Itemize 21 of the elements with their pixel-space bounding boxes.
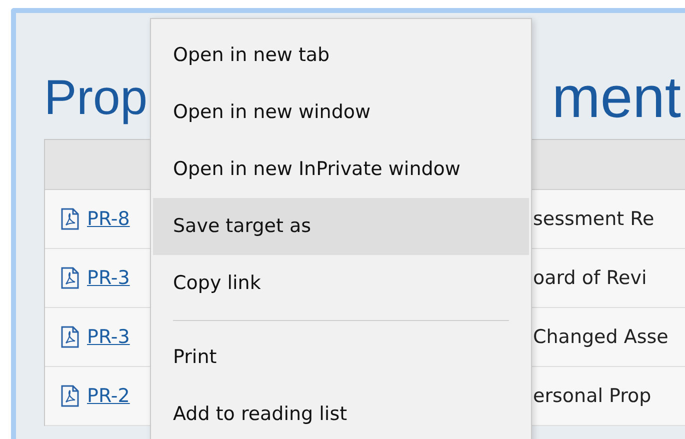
pdf-file-icon	[61, 208, 79, 230]
menu-item[interactable]: Print	[153, 329, 529, 386]
table-cell-text: Changed Asse	[533, 324, 668, 350]
pdf-file-icon	[61, 385, 79, 407]
menu-item[interactable]: Open in new tab	[153, 27, 529, 84]
pdf-file-icon	[61, 326, 79, 348]
menu-item[interactable]: Open in new window	[153, 84, 529, 141]
document-link[interactable]: PR-8	[87, 204, 130, 234]
document-link[interactable]: PR-3	[87, 322, 130, 352]
table-cell-text: sessment Re	[533, 206, 654, 232]
table-cell-text: oard of Revi	[533, 266, 647, 291]
menu-item[interactable]: Save target as	[153, 198, 529, 255]
page-title: ment	[552, 69, 681, 127]
document-link[interactable]: PR-3	[87, 264, 130, 292]
menu-item[interactable]: Add to reading list	[153, 386, 529, 439]
page-title: Prop	[44, 74, 148, 122]
menu-item[interactable]: Open in new InPrivate window	[153, 141, 529, 198]
document-link[interactable]: PR-2	[87, 382, 130, 410]
table-cell-text: ersonal Prop	[533, 384, 652, 409]
menu-item[interactable]: Copy link	[153, 255, 529, 312]
pdf-file-icon	[61, 267, 79, 289]
